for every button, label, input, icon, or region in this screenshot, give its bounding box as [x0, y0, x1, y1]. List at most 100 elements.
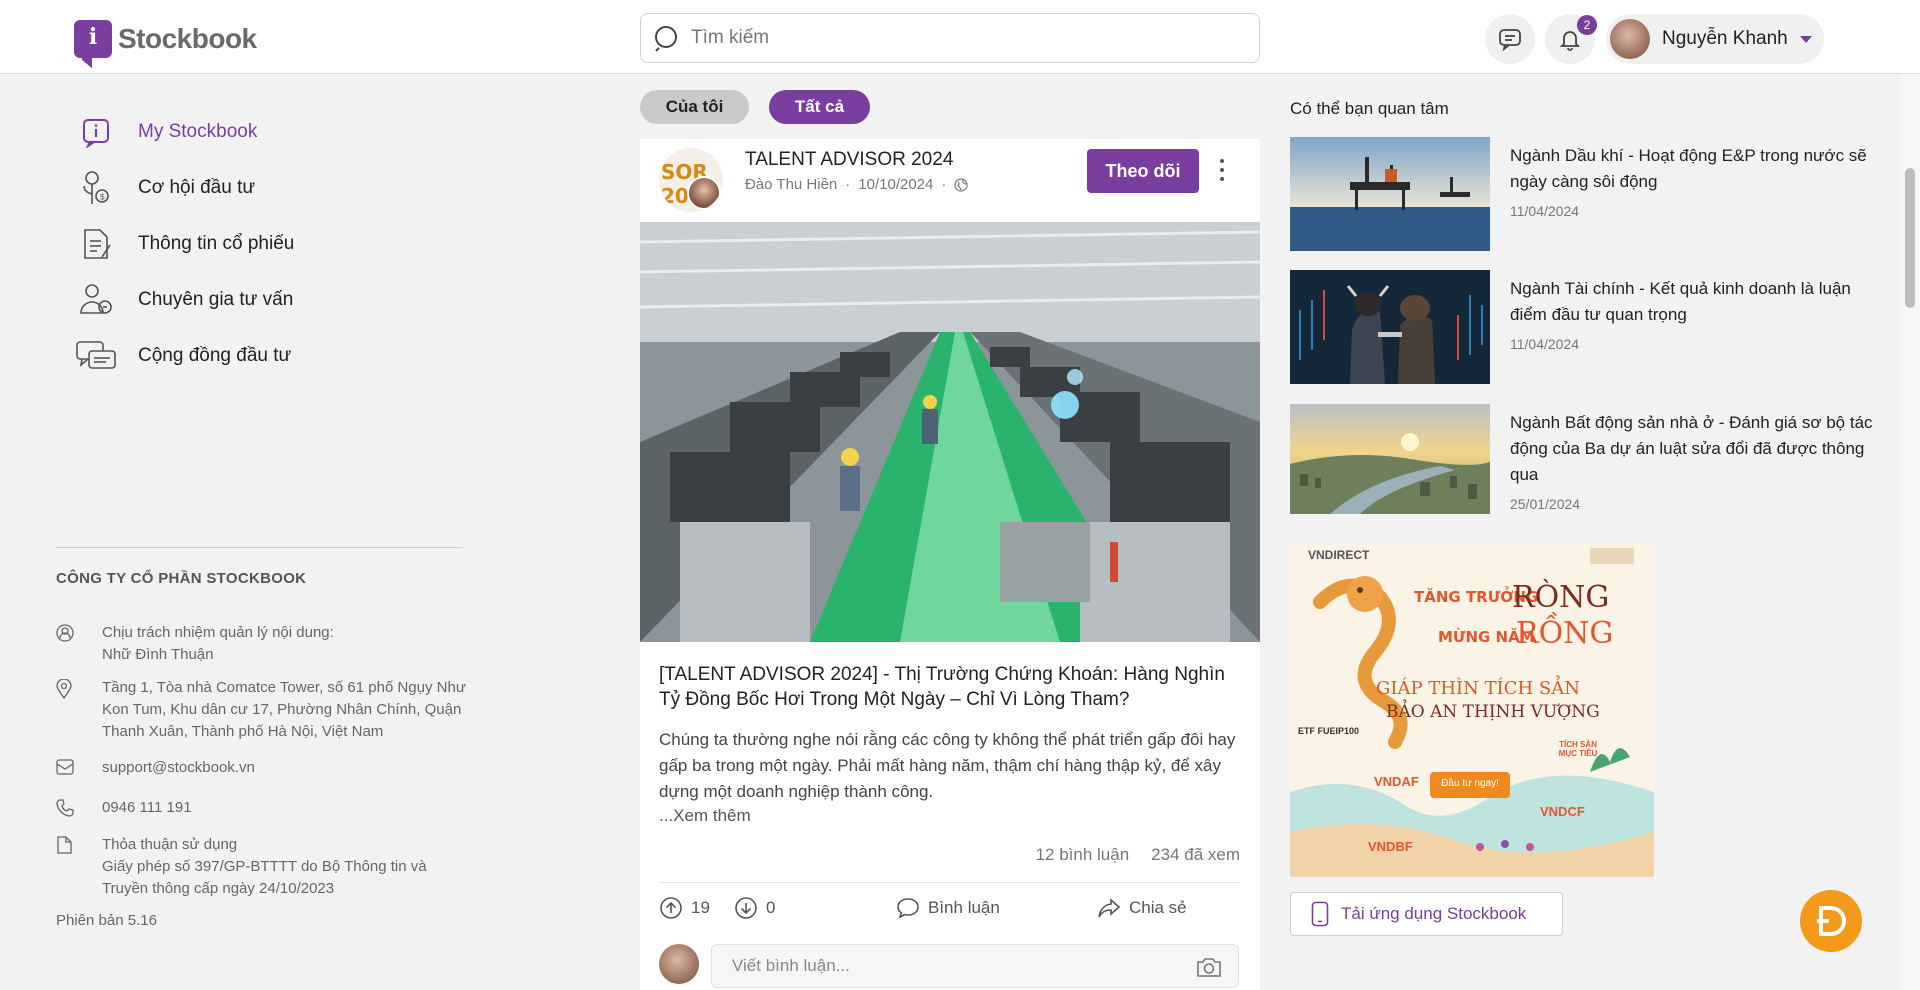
search-input[interactable] — [691, 27, 1211, 49]
oil-rig-thumbnail — [1290, 137, 1490, 251]
post-group-title[interactable]: TALENT ADVISOR 2024 — [745, 149, 953, 171]
recommendation-item[interactable]: Ngành Dầu khí - Hoạt động E&P trong nước… — [1290, 137, 1890, 252]
follow-button[interactable]: Theo dõi — [1087, 149, 1199, 193]
comment-label: Bình luận — [928, 898, 1000, 917]
smartphone-icon — [1311, 901, 1329, 927]
company-name: CÔNG TY CỔ PHẦN STOCKBOOK — [56, 570, 307, 587]
app-version: Phiên bản 5.16 — [56, 912, 157, 929]
recommendation-item[interactable]: Ngành Bất động sản nhà ở - Đánh giá sơ b… — [1290, 404, 1890, 519]
address-text: Tầng 1, Tòa nhà Comatce Tower, số 61 phố… — [102, 679, 466, 740]
share-label: Chia sẻ — [1129, 898, 1187, 917]
file-icon — [56, 834, 102, 900]
ad-line4: BẢO AN THỊNH VƯỢNG — [1386, 702, 1600, 722]
responsible-info: Chịu trách nhiệm quản lý nội dung: Nhữ Đ… — [56, 622, 334, 666]
download-app-label: Tải ứng dụng Stockbook — [1341, 904, 1527, 923]
avatar — [1610, 19, 1650, 59]
recommendation-title: Ngành Bất động sản nhà ở - Đánh giá sơ b… — [1510, 413, 1873, 484]
recommendation-date: 11/04/2024 — [1510, 336, 1580, 352]
author-photo — [687, 176, 721, 210]
recommendation-title: Ngành Tài chính - Kết quả kinh doanh là … — [1510, 279, 1851, 324]
responsible-name: Nhữ Đình Thuận — [102, 646, 214, 663]
download-app-button[interactable]: Tải ứng dụng Stockbook — [1290, 892, 1563, 936]
sidebar-item-community[interactable]: Cộng đồng đầu tư — [74, 328, 294, 384]
caret-down-icon — [1799, 35, 1812, 43]
post-headline[interactable]: [TALENT ADVISOR 2024] - Thị Trường Chứng… — [659, 662, 1249, 712]
upvote-button[interactable]: 19 — [659, 896, 710, 920]
users-icon — [74, 278, 118, 322]
ad-line2-highlight: RỒNG — [1516, 616, 1614, 651]
phone-number[interactable]: 0946 111 191 — [102, 797, 192, 822]
post-author[interactable]: Đào Thu Hiền — [745, 176, 837, 193]
sidebar-nav: My Stockbook $ Cơ hội đầu tư Thông tin c… — [74, 104, 294, 384]
camera-icon[interactable] — [1196, 956, 1222, 978]
filter-all-button[interactable]: Tất cả — [769, 90, 870, 124]
city-aerial-thumbnail — [1290, 404, 1490, 518]
brand-name: Stockbook — [118, 23, 257, 54]
scrollbar-thumb[interactable] — [1905, 168, 1915, 308]
ad-fund3: VNDCF — [1540, 804, 1585, 819]
terms-info: Thỏa thuận sử dụng Giấy phép số 397/GP-B… — [56, 834, 472, 900]
recommendations-title: Có thể bạn quan tâm — [1290, 99, 1449, 118]
ad-goal: TÍCH SẢN MỤC TIÊU — [1558, 740, 1598, 758]
comment-button[interactable]: Bình luận — [896, 896, 1000, 920]
brand-logo[interactable]: i Stockbook — [74, 20, 257, 58]
person-badge-icon — [56, 622, 102, 666]
comment-input[interactable] — [732, 956, 1172, 976]
location-pin-icon — [56, 677, 102, 743]
upvote-count: 19 — [691, 898, 710, 917]
message-icon — [1499, 29, 1521, 51]
sidebar-item-label: Thông tin cổ phiếu — [138, 233, 295, 254]
ad-fund1: VNDAF — [1374, 774, 1419, 789]
user-name: Nguyễn Khanh — [1662, 28, 1788, 49]
sidebar-item-advisors[interactable]: Chuyên gia tư vấn — [74, 272, 294, 328]
comment-input-wrapper[interactable] — [711, 944, 1239, 988]
page-scrollbar[interactable] — [1900, 74, 1920, 990]
notification-badge: 2 — [1577, 15, 1597, 35]
user-menu[interactable]: Nguyễn Khanh — [1606, 14, 1824, 64]
filter-mine-button[interactable]: Của tôi — [640, 90, 749, 124]
support-chat-button[interactable] — [1800, 890, 1862, 952]
post-image[interactable] — [640, 222, 1260, 642]
post-meta: Đào Thu Hiền · 10/10/2024 · — [745, 176, 968, 193]
sidebar-item-stock-info[interactable]: Thông tin cổ phiếu — [74, 216, 294, 272]
meta-dot: · — [941, 176, 947, 193]
post-author-avatar[interactable]: SOR 202 — [659, 148, 723, 212]
svg-text:$: $ — [100, 193, 106, 203]
sidebar-item-investment-opportunities[interactable]: $ Cơ hội đầu tư — [74, 160, 294, 216]
factory-photo — [640, 222, 1260, 642]
terms-link[interactable]: Thỏa thuận sử dụng — [102, 834, 472, 856]
bull-bear-thumbnail — [1290, 270, 1490, 384]
top-header: i Stockbook 2 Nguyễn Khanh — [0, 0, 1920, 74]
more-options-icon[interactable] — [1217, 155, 1227, 185]
post-excerpt: Chúng ta thường nghe nói rằng các công t… — [659, 730, 1236, 801]
search-icon — [655, 26, 677, 52]
view-count: 234 đã xem — [1151, 845, 1240, 864]
sidebar-item-label: Cộng đồng đầu tư — [138, 345, 292, 366]
responsible-label: Chịu trách nhiệm quản lý nội dung: — [102, 624, 334, 641]
info-icon — [74, 110, 118, 154]
post-date: 10/10/2024 — [858, 176, 934, 193]
ad-cta[interactable]: Đầu tư ngay! — [1430, 778, 1510, 789]
vndirect-ad-banner[interactable]: VNDIRECT TĂNG TRƯỞNG RÒNG MỪNG NĂM RỒNG … — [1290, 542, 1654, 877]
chat-icon — [74, 334, 118, 378]
email-info[interactable]: support@stockbook.vn — [56, 757, 255, 780]
document-icon — [74, 222, 118, 266]
phone-info[interactable]: 0946 111 191 — [56, 797, 192, 822]
messages-button[interactable] — [1485, 14, 1535, 64]
license-text: Giấy phép số 397/GP-BTTTT do Bộ Thông ti… — [102, 858, 427, 897]
recommendation-item[interactable]: Ngành Tài chính - Kết quả kinh doanh là … — [1290, 270, 1890, 385]
notifications-button[interactable]: 2 — [1545, 14, 1597, 64]
d-logo-icon — [1817, 906, 1846, 936]
comment-icon — [897, 898, 919, 919]
sidebar-item-label: Cơ hội đầu tư — [138, 177, 256, 198]
search-bar[interactable] — [640, 13, 1260, 63]
sidebar-item-my-stockbook[interactable]: My Stockbook — [74, 104, 294, 160]
sidebar-divider — [56, 547, 463, 548]
comment-count[interactable]: 12 bình luận — [1036, 845, 1130, 865]
downvote-button[interactable]: 0 — [734, 896, 775, 920]
arrow-down-circle-icon — [735, 897, 757, 919]
plant-icon: $ — [74, 166, 118, 210]
share-button[interactable]: Chia sẻ — [1097, 896, 1187, 920]
email-link[interactable]: support@stockbook.vn — [102, 757, 255, 780]
read-more-link[interactable]: ...Xem thêm — [659, 806, 751, 826]
